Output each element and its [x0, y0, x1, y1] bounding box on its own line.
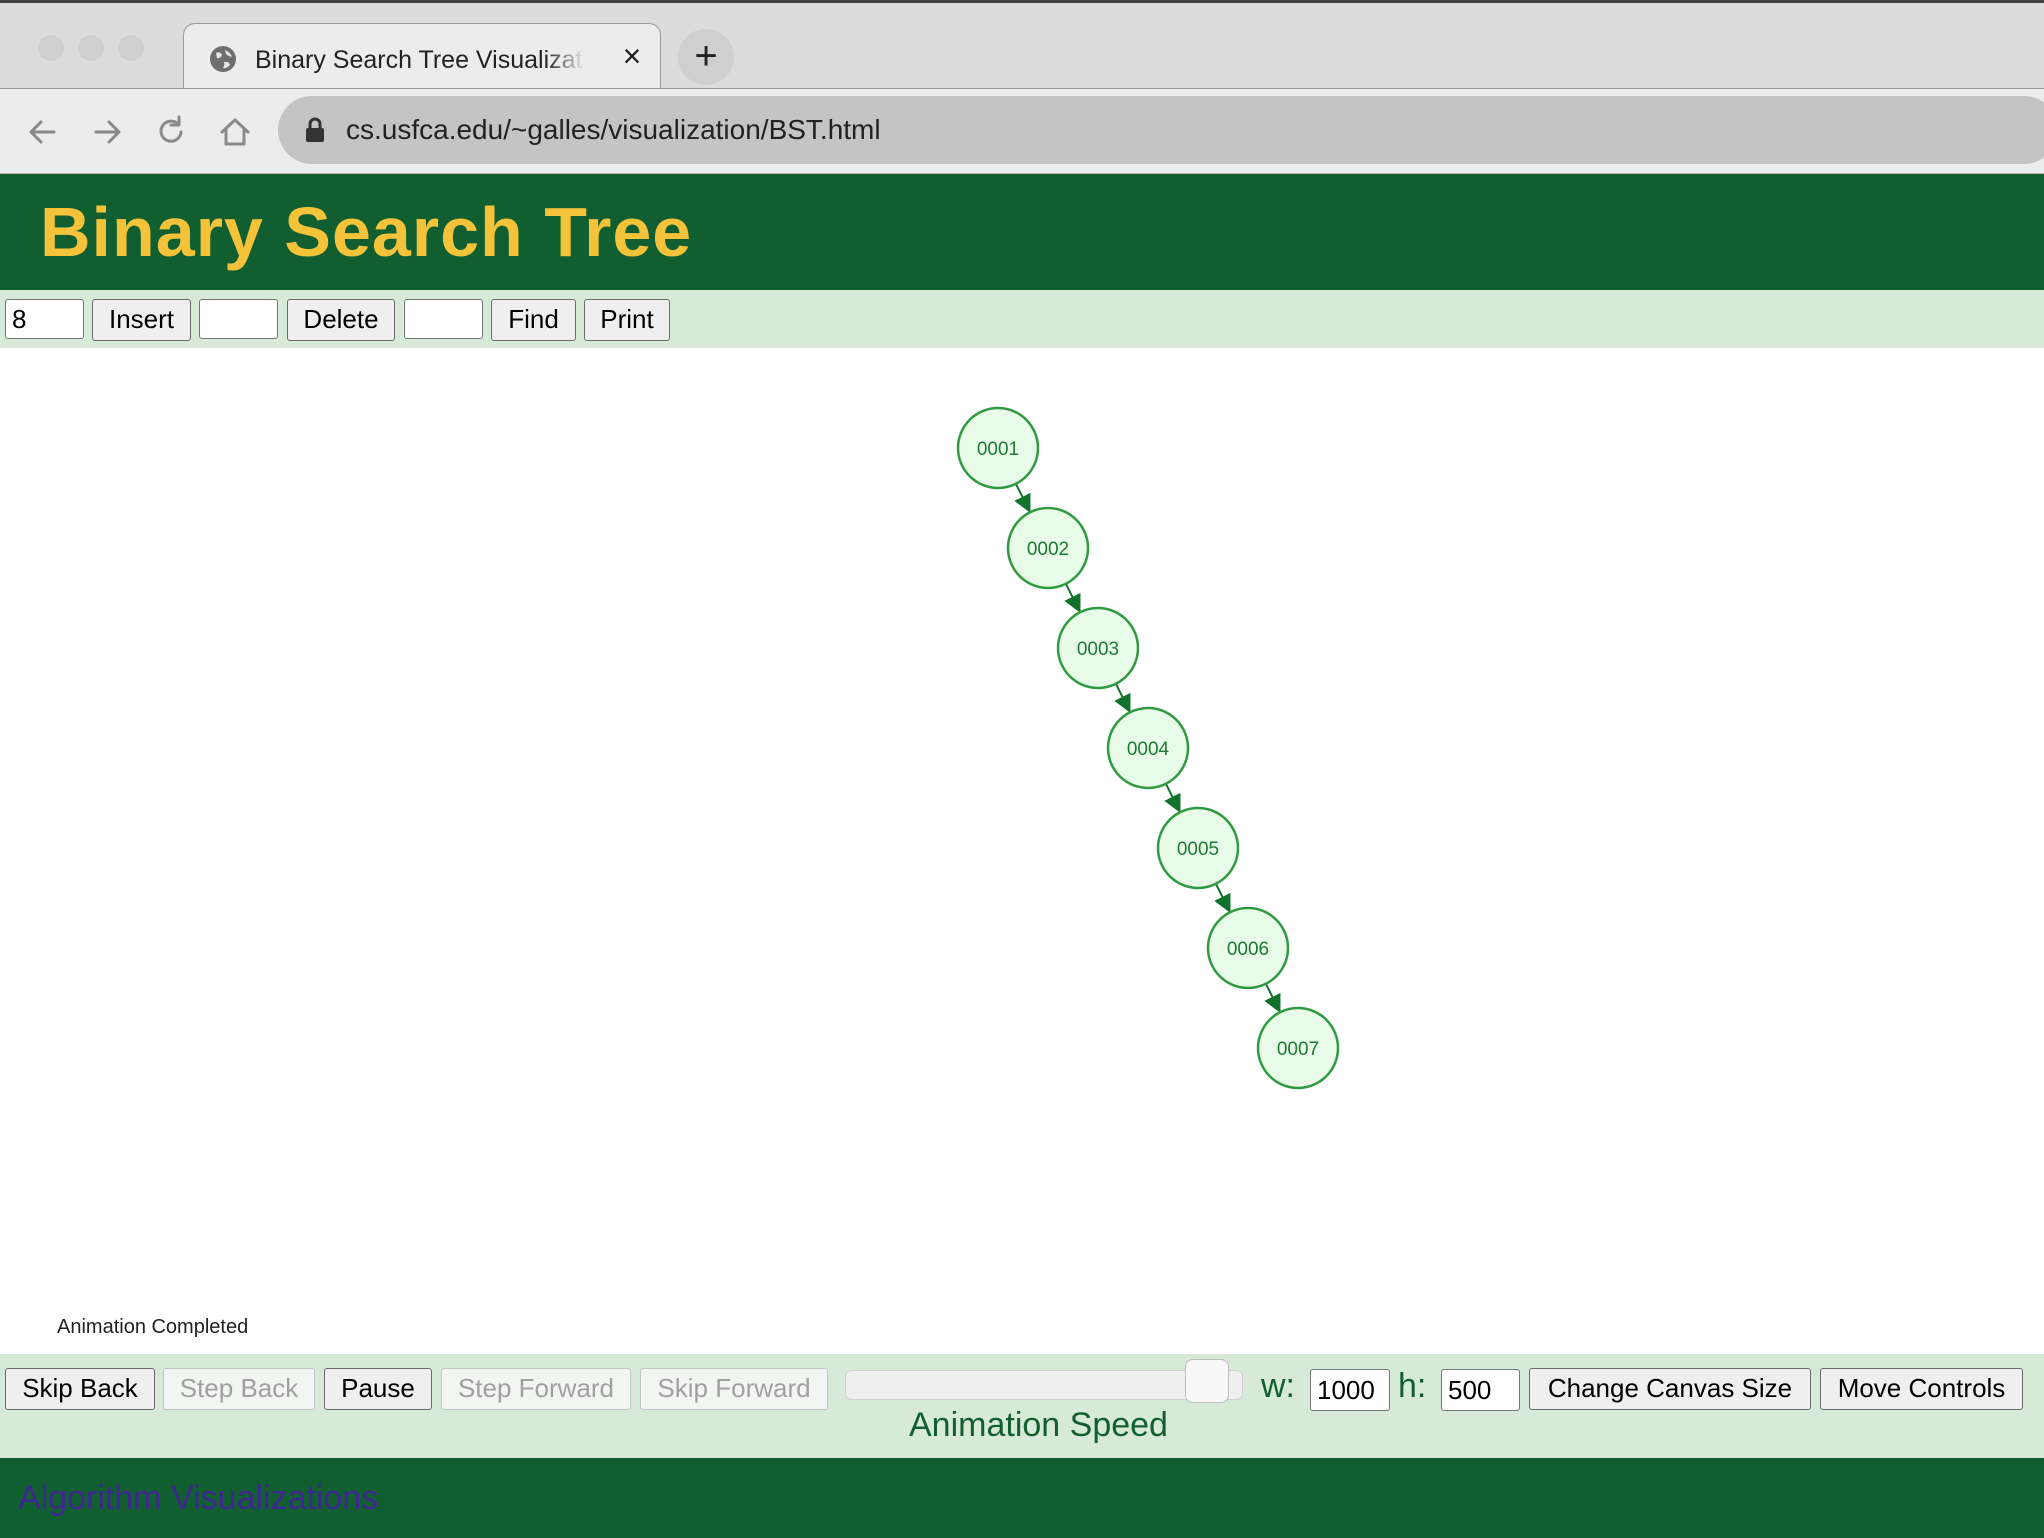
insert-button[interactable]: Insert — [92, 299, 191, 341]
skip-back-button[interactable]: Skip Back — [5, 1368, 155, 1410]
skip-forward-button[interactable]: Skip Forward — [640, 1368, 828, 1410]
canvas-width-input[interactable] — [1310, 1369, 1390, 1411]
print-button[interactable]: Print — [584, 299, 670, 341]
window-close-dot[interactable] — [38, 35, 64, 61]
window-zoom-dot[interactable] — [118, 35, 144, 61]
tree-edge — [1014, 483, 1031, 513]
tree-edge — [1264, 983, 1281, 1013]
step-back-button[interactable]: Step Back — [163, 1368, 315, 1410]
find-button[interactable]: Find — [491, 299, 576, 341]
tree-node: 0006 — [1206, 906, 1290, 990]
url-text: cs.usfca.edu/~galles/visualization/BST.h… — [346, 114, 881, 145]
step-forward-button[interactable]: Step Forward — [441, 1368, 631, 1410]
tree-canvas: 0001 0002 0003 0004 0005 0006 0007 — [956, 406, 1340, 1090]
canvas-height-input[interactable] — [1441, 1369, 1520, 1411]
tree-edge — [1114, 683, 1131, 713]
tree-node: 0005 — [1156, 806, 1240, 890]
insert-value-input[interactable] — [5, 299, 84, 339]
delete-value-input[interactable] — [199, 299, 278, 339]
pause-button[interactable]: Pause — [324, 1368, 432, 1410]
close-icon[interactable]: × — [614, 38, 650, 74]
animation-status: Animation Completed — [57, 1316, 249, 1338]
tree-node-label: 0003 — [1077, 639, 1119, 660]
lock-icon — [306, 117, 324, 142]
tree-node: 0007 — [1256, 1006, 1340, 1090]
animation-controls: Skip Back Step Back Pause Step Forward S… — [0, 1354, 2044, 1458]
height-label: h: — [1398, 1367, 1427, 1405]
speed-label: Animation Speed — [909, 1406, 1168, 1444]
move-controls-button[interactable]: Move Controls — [1820, 1368, 2023, 1410]
plus-icon[interactable]: + — [678, 29, 734, 85]
tree-node: 0004 — [1106, 706, 1190, 790]
speed-slider-thumb[interactable] — [1184, 1359, 1229, 1403]
algorithm-visualizations-link[interactable]: Algorithm Visualizations — [18, 1478, 378, 1518]
page-title: Binary Search Tree — [40, 193, 693, 271]
tab-title: Binary Search Tree Visualization — [255, 46, 585, 74]
tree-node-label: 0005 — [1177, 839, 1219, 860]
browser-tab-bar: Binary Search Tree Visualization × + — [0, 0, 2044, 91]
page-header: Binary Search Tree — [0, 174, 2044, 290]
tree-edge — [1064, 583, 1081, 613]
tree-node-label: 0006 — [1227, 939, 1269, 960]
width-label: w: — [1261, 1367, 1295, 1405]
tree-node-label: 0002 — [1027, 539, 1069, 560]
browser-tab[interactable]: Binary Search Tree Visualization × — [183, 23, 661, 91]
tree-node: 0003 — [1056, 606, 1140, 690]
find-value-input[interactable] — [404, 299, 483, 339]
tree-node-label: 0007 — [1277, 1039, 1319, 1060]
delete-button[interactable]: Delete — [287, 299, 395, 341]
tree-node: 0002 — [1006, 506, 1090, 590]
forward-arrow-icon[interactable] — [88, 113, 126, 151]
tree-edge — [1214, 883, 1231, 913]
tree-node-label: 0001 — [977, 439, 1019, 460]
back-arrow-icon[interactable] — [24, 113, 62, 151]
page-footer: Algorithm Visualizations — [0, 1458, 2044, 1538]
window-minimize-dot[interactable] — [78, 35, 104, 61]
tree-node: 0001 — [956, 406, 1040, 490]
globe-icon — [210, 46, 236, 72]
address-bar[interactable]: cs.usfca.edu/~galles/visualization/BST.h… — [278, 96, 2044, 164]
tree-node-label: 0004 — [1127, 739, 1170, 760]
change-canvas-size-button[interactable]: Change Canvas Size — [1529, 1368, 1811, 1410]
algorithm-controls: Insert Delete Find Print — [0, 290, 2044, 348]
speed-slider-track[interactable] — [845, 1370, 1243, 1400]
browser-toolbar: cs.usfca.edu/~galles/visualization/BST.h… — [0, 88, 2044, 174]
reload-icon[interactable] — [152, 113, 190, 151]
home-icon[interactable] — [216, 113, 254, 151]
tree-edge — [1164, 783, 1181, 813]
